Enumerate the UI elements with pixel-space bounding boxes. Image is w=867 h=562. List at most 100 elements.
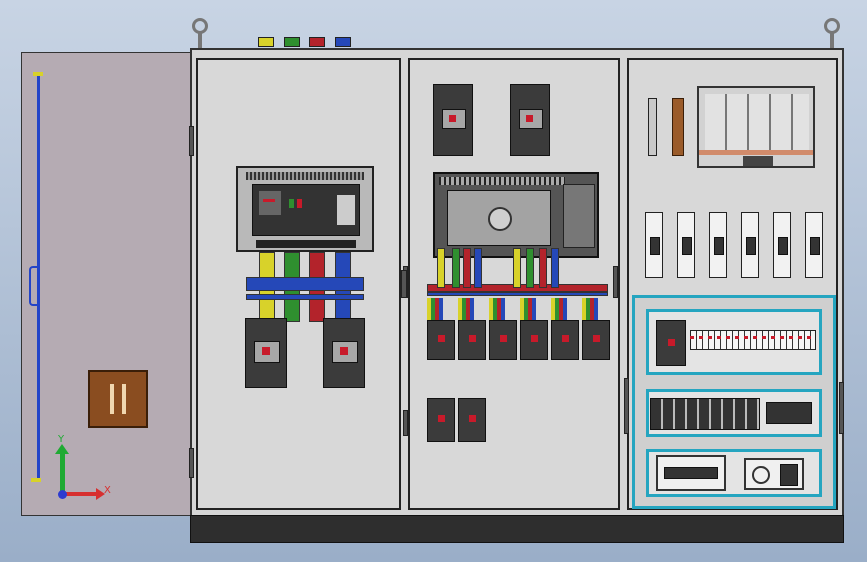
axis-y-arrowhead — [55, 444, 69, 454]
mccb-branch[interactable] — [489, 320, 517, 360]
fuse-window — [778, 237, 788, 255]
door-handle-icon[interactable] — [88, 370, 148, 428]
mcb-row — [650, 398, 760, 430]
control-mccb[interactable] — [656, 320, 686, 366]
axis-y-label: Y — [58, 434, 65, 445]
acb-control-module — [563, 184, 595, 248]
acb-nameplate — [337, 195, 355, 225]
fuse-holder[interactable] — [741, 212, 759, 278]
busbar-cross-bar-lower — [246, 294, 364, 300]
door-handle-slot-left — [110, 384, 114, 414]
lifting-eye-stem-left — [198, 33, 202, 48]
fuse-window — [682, 237, 692, 255]
phase-marker-yellow — [258, 37, 274, 47]
breaker-handle[interactable] — [438, 335, 445, 342]
breaker-handle[interactable] — [340, 347, 348, 355]
mccb-branch[interactable] — [427, 320, 455, 360]
transformer-base-copper — [699, 150, 813, 155]
acb-base — [256, 240, 356, 248]
fuse-holder[interactable] — [773, 212, 791, 278]
relay-module[interactable] — [766, 402, 812, 424]
busbar-cross-bar — [246, 277, 364, 291]
bay-hinge — [189, 448, 194, 478]
breaker-handle[interactable] — [469, 415, 476, 422]
enclosure-plinth — [190, 515, 844, 543]
mccb-branch[interactable] — [551, 320, 579, 360]
breaker-handle[interactable] — [262, 347, 270, 355]
transformer-fins — [705, 94, 809, 150]
door-handle-slot-right — [122, 384, 126, 414]
bay-hinge — [839, 382, 844, 434]
acb-terminal-strip — [439, 177, 565, 185]
acb-main-breaker[interactable] — [236, 166, 374, 252]
neutral-terminal-bar — [648, 98, 657, 156]
door-rod-latch — [29, 266, 39, 306]
lifting-eye-icon — [192, 18, 208, 34]
fuse-holder[interactable] — [677, 212, 695, 278]
riser-red — [463, 248, 471, 288]
mccb-branch[interactable] — [520, 320, 548, 360]
acb-push-red[interactable] — [297, 199, 302, 208]
transformer-unit — [697, 86, 815, 168]
mccb-row — [427, 292, 610, 362]
acb-distribution-breaker[interactable] — [433, 172, 599, 258]
acb-center-handle[interactable] — [488, 207, 512, 231]
mccb-spare-2[interactable] — [458, 398, 486, 442]
bay-hinge — [403, 410, 408, 436]
power-supply-module[interactable] — [744, 458, 804, 490]
phase-marker-blue — [335, 37, 351, 47]
breaker-handle[interactable] — [500, 335, 507, 342]
breaker-handle[interactable] — [438, 415, 445, 422]
breaker-handle[interactable] — [449, 115, 456, 122]
riser-blue — [474, 248, 482, 288]
fuse-holder[interactable] — [645, 212, 663, 278]
axis-y-arrow — [60, 452, 65, 494]
door-rod-top-cap — [33, 72, 43, 76]
phase-marker-red — [309, 37, 325, 47]
fuse-window — [746, 237, 756, 255]
plc-controller[interactable] — [656, 455, 726, 491]
axis-x-arrow — [62, 492, 98, 496]
plc-display — [664, 467, 718, 479]
bay-hinge — [624, 378, 629, 434]
fuse-window — [810, 237, 820, 255]
mccb-branch[interactable] — [582, 320, 610, 360]
terminal-block-strip — [690, 330, 816, 350]
mccb-upper-1[interactable] — [433, 84, 473, 156]
axis-x-label: X — [104, 485, 111, 496]
riser-blue — [551, 248, 559, 288]
breaker-handle[interactable] — [469, 335, 476, 342]
transformer-foot — [743, 156, 773, 166]
fuse-holder[interactable] — [805, 212, 823, 278]
earth-terminal-bar — [672, 98, 684, 156]
branch-cable-stripes — [427, 298, 610, 320]
mccb-outgoing-2[interactable] — [323, 318, 365, 388]
mccb-spare-1[interactable] — [427, 398, 455, 442]
acb-display — [259, 191, 281, 215]
door-rod-bottom-cap — [31, 478, 41, 482]
terminal-block-red-markers — [690, 336, 816, 339]
bay-hinge — [189, 126, 194, 156]
fuse-holder[interactable] — [709, 212, 727, 278]
riser-red — [539, 248, 547, 288]
bay-hinge — [401, 270, 407, 298]
riser-yellow — [513, 248, 521, 288]
acb-front-panel — [252, 184, 360, 236]
psu-dial[interactable] — [752, 466, 770, 484]
mccb-branch[interactable] — [458, 320, 486, 360]
breaker-handle[interactable] — [668, 339, 675, 346]
lifting-eye-stem-right — [830, 33, 834, 48]
breaker-handle[interactable] — [531, 335, 538, 342]
riser-green — [526, 248, 534, 288]
breaker-handle[interactable] — [562, 335, 569, 342]
fuse-holder-row — [645, 212, 825, 282]
mccb-outgoing-1[interactable] — [245, 318, 287, 388]
axis-triad-icon: Y X — [50, 434, 120, 506]
lifting-eye-icon — [824, 18, 840, 34]
mccb-upper-2[interactable] — [510, 84, 550, 156]
acb-push-green[interactable] — [289, 199, 294, 208]
bay-hinge — [613, 266, 618, 298]
breaker-handle[interactable] — [593, 335, 600, 342]
breaker-handle[interactable] — [526, 115, 533, 122]
phase-marker-green — [284, 37, 300, 47]
